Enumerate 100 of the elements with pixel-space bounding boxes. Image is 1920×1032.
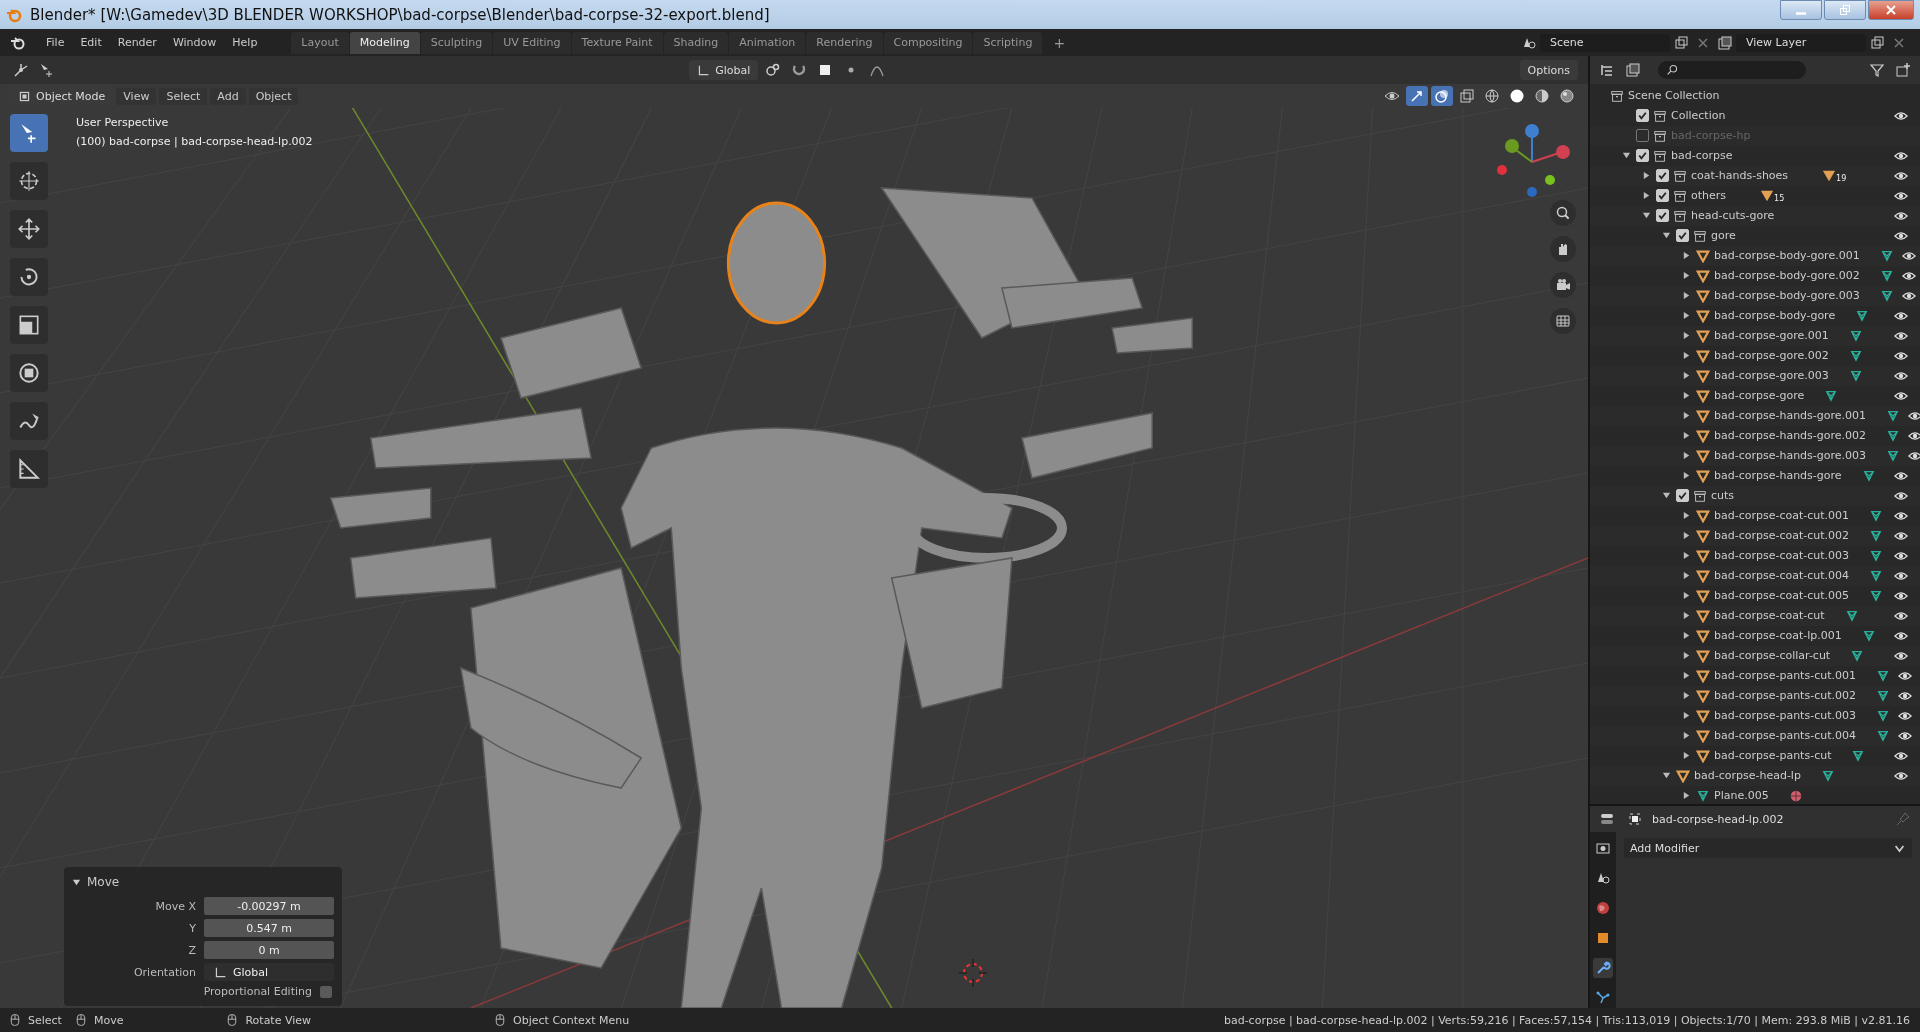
outliner-item[interactable]: bad-corpse-hands-gore <box>1714 469 1842 483</box>
orientation-dropdown[interactable]: Global <box>204 963 334 981</box>
checkbox[interactable] <box>1636 129 1649 143</box>
collapse-triangle-icon[interactable] <box>1681 611 1691 621</box>
orientation-dropdown[interactable]: Global <box>689 60 759 80</box>
collapse-triangle-icon[interactable] <box>1681 631 1691 641</box>
outliner-item[interactable]: bad-corpse-pants-cut.002 <box>1714 689 1856 703</box>
ruler-icon[interactable] <box>10 450 48 488</box>
outliner-item[interactable]: bad-corpse-gore.003 <box>1714 369 1829 383</box>
outliner-item[interactable]: bad-corpse-gore <box>1714 389 1805 403</box>
expand-triangle-icon[interactable] <box>1661 231 1671 241</box>
outliner-item[interactable]: bad-corpse-coat-cut <box>1714 609 1825 623</box>
outliner-item[interactable]: cuts <box>1711 489 1735 503</box>
collapse-triangle-icon[interactable] <box>1681 411 1691 421</box>
expand-triangle-icon[interactable] <box>1641 211 1651 221</box>
collapse-triangle-icon[interactable] <box>1681 271 1691 281</box>
collapse-triangle-icon[interactable] <box>1681 691 1691 701</box>
add-workspace-button[interactable]: + <box>1043 31 1076 54</box>
minimize-button[interactable] <box>1780 0 1822 20</box>
collapse-triangle-icon[interactable] <box>1681 371 1691 381</box>
workspace-tab[interactable]: Texture Paint <box>571 31 663 54</box>
checkbox[interactable] <box>1676 229 1689 243</box>
outliner-item[interactable]: bad-corpse-coat-cut.003 <box>1714 549 1850 563</box>
checkbox[interactable] <box>1636 149 1649 163</box>
outliner-item[interactable]: bad-corpse-coat-cut.005 <box>1714 589 1850 603</box>
collapse-triangle-icon[interactable] <box>1681 571 1691 581</box>
workspace-tab[interactable]: Scripting <box>973 31 1043 54</box>
collapse-triangle-icon[interactable] <box>1681 251 1691 261</box>
outliner-item[interactable]: bad-corpse-pants-cut.004 <box>1714 729 1856 743</box>
outliner-item[interactable]: bad-corpse-coat-cut.004 <box>1714 569 1850 583</box>
outliner-item[interactable]: coat-hands-shoes <box>1691 169 1789 183</box>
zoom-icon[interactable] <box>1550 200 1576 226</box>
search-field[interactable] <box>1658 60 1806 79</box>
outliner-item[interactable]: Scene Collection <box>1628 89 1720 103</box>
number-field[interactable]: -0.00297 m <box>204 897 334 915</box>
menu-item[interactable]: Help <box>224 36 266 49</box>
collapse-triangle-icon[interactable] <box>1681 731 1691 741</box>
annotate-icon[interactable] <box>10 402 48 440</box>
number-field[interactable]: 0.547 m <box>204 919 334 937</box>
wrench-icon[interactable] <box>1593 958 1613 978</box>
outliner-item[interactable]: bad-corpse-gore.001 <box>1714 329 1829 343</box>
collapse-triangle-icon[interactable] <box>1681 711 1691 721</box>
hand-icon[interactable] <box>1550 236 1576 262</box>
workspace-tab[interactable]: Animation <box>729 31 806 54</box>
add-modifier-dropdown[interactable]: Add Modifier <box>1624 838 1912 858</box>
collapse-triangle-icon[interactable] <box>1681 311 1691 321</box>
collapse-triangle-icon[interactable] <box>1681 291 1691 301</box>
collapse-triangle-icon[interactable] <box>1681 651 1691 661</box>
scale-icon[interactable] <box>10 306 48 344</box>
collapse-triangle-icon[interactable] <box>1681 531 1691 541</box>
collapse-triangle-icon[interactable] <box>1681 671 1691 681</box>
workspace-tab[interactable]: Sculpting <box>420 31 493 54</box>
collapse-triangle-icon[interactable] <box>1641 191 1651 201</box>
collapse-triangle-icon[interactable] <box>1681 351 1691 361</box>
collapse-triangle-icon[interactable] <box>1681 471 1691 481</box>
outliner-item[interactable]: bad-corpse-coat-cut.002 <box>1714 529 1850 543</box>
workspace-tab[interactable]: Rendering <box>806 31 883 54</box>
scene-field[interactable]: Scene <box>1540 33 1670 52</box>
outliner-item[interactable]: bad-corpse-body-gore.001 <box>1714 249 1860 263</box>
outliner-item[interactable]: Plane.005 <box>1714 789 1769 803</box>
restore-button[interactable] <box>1824 0 1866 20</box>
view-layer-field[interactable]: View Layer <box>1736 33 1866 52</box>
outliner-item[interactable]: bad-corpse-gore.002 <box>1714 349 1829 363</box>
collapse-triangle-icon[interactable] <box>1681 511 1691 521</box>
blender-logo-icon[interactable] <box>10 34 26 51</box>
menu-item[interactable]: Render <box>109 36 165 49</box>
rotate-icon[interactable] <box>10 258 48 296</box>
checkbox[interactable] <box>320 985 332 998</box>
checkbox[interactable] <box>1636 109 1649 123</box>
outliner-item[interactable]: others <box>1691 189 1727 203</box>
workspace-tab[interactable]: Layout <box>291 31 349 54</box>
collapse-triangle-icon[interactable] <box>1681 751 1691 761</box>
checkbox[interactable] <box>1656 169 1669 183</box>
viewport-menu-item[interactable]: Object <box>248 87 299 105</box>
outliner-item[interactable]: bad-corpse-pants-cut.003 <box>1714 709 1856 723</box>
outliner-item[interactable]: bad-corpse-pants-cut <box>1714 749 1832 763</box>
collapse-triangle-icon[interactable] <box>1681 391 1691 401</box>
outliner-item[interactable]: bad-corpse-body-gore.002 <box>1714 269 1860 283</box>
checkbox[interactable] <box>1676 489 1689 503</box>
outliner-item[interactable]: bad-corpse-coat-cut.001 <box>1714 509 1850 523</box>
outliner-item[interactable]: bad-corpse-coat-lp.001 <box>1714 629 1842 643</box>
collapse-triangle-icon[interactable] <box>1681 451 1691 461</box>
collapse-triangle-icon[interactable] <box>1681 431 1691 441</box>
expand-triangle-icon[interactable] <box>1621 151 1631 161</box>
outliner-item[interactable]: gore <box>1711 229 1736 243</box>
outliner-item[interactable]: bad-corpse-body-gore.003 <box>1714 289 1860 303</box>
outliner-item[interactable]: bad-corpse-collar-cut <box>1714 649 1831 663</box>
number-field[interactable]: 0 m <box>204 941 334 959</box>
outliner-item[interactable]: bad-corpse-hands-gore.003 <box>1714 449 1867 463</box>
menu-item[interactable]: Edit <box>72 36 110 49</box>
select-box-icon[interactable] <box>10 114 48 152</box>
workspace-tab[interactable]: UV Editing <box>493 31 571 54</box>
viewport-menu-item[interactable]: Select <box>159 87 208 105</box>
workspace-tab[interactable]: Compositing <box>883 31 973 54</box>
workspace-tab[interactable]: Shading <box>663 31 729 54</box>
move-icon[interactable] <box>10 210 48 248</box>
overlay-toggle-icon[interactable] <box>1431 86 1453 106</box>
collapse-triangle-icon[interactable] <box>1681 591 1691 601</box>
outliner-item[interactable]: bad-corpse-body-gore <box>1714 309 1836 323</box>
outliner-item[interactable]: bad-corpse <box>1671 149 1733 163</box>
